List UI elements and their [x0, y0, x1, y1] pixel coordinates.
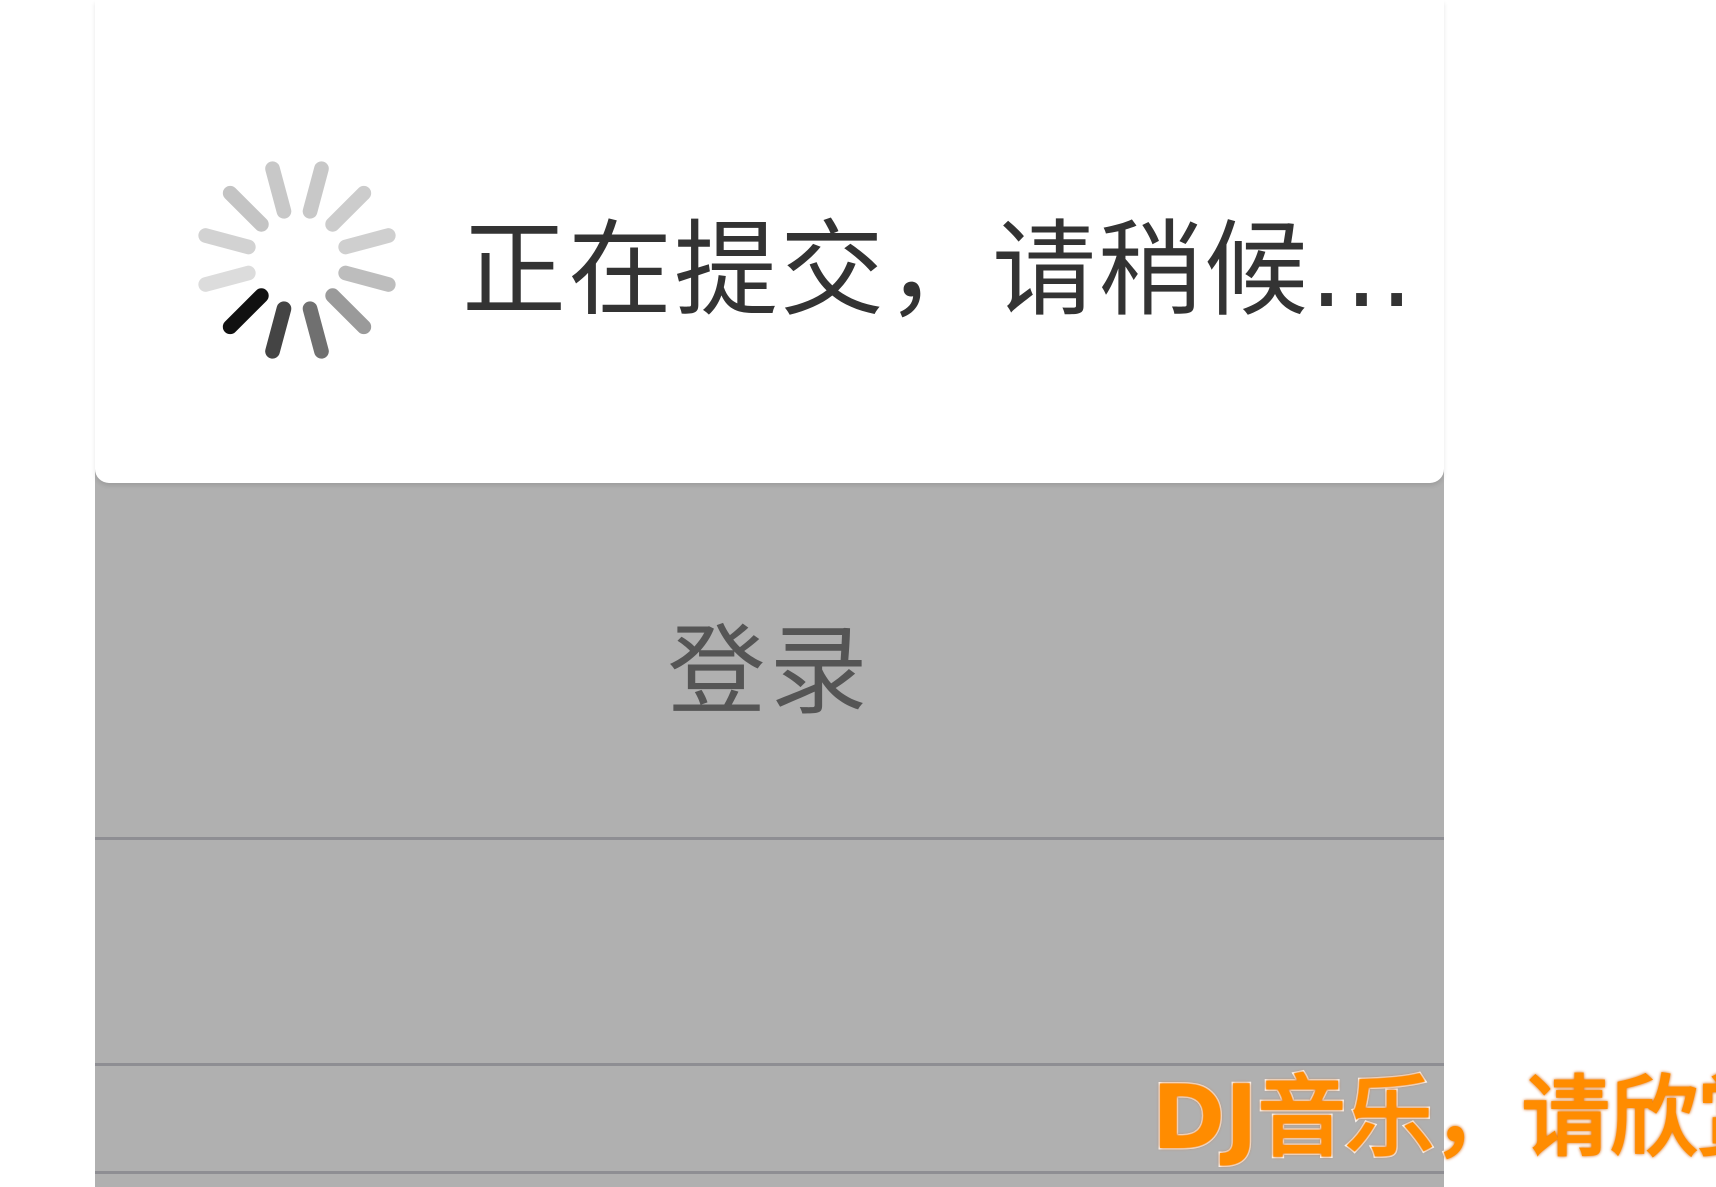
divider — [95, 1171, 1444, 1174]
spinner-icon — [198, 161, 396, 359]
login-button-label: 登录 — [667, 614, 872, 729]
loading-message: 正在提交，请稍候... — [462, 209, 1416, 331]
screen: 登录 正在提交，请稍候... DJ音乐，请欣赏 — [0, 0, 1716, 1187]
form-row[interactable] — [95, 840, 1444, 1065]
login-button[interactable]: 登录 — [95, 465, 1444, 840]
watermark-text: DJ音乐，请欣赏 — [1151, 1066, 1716, 1169]
